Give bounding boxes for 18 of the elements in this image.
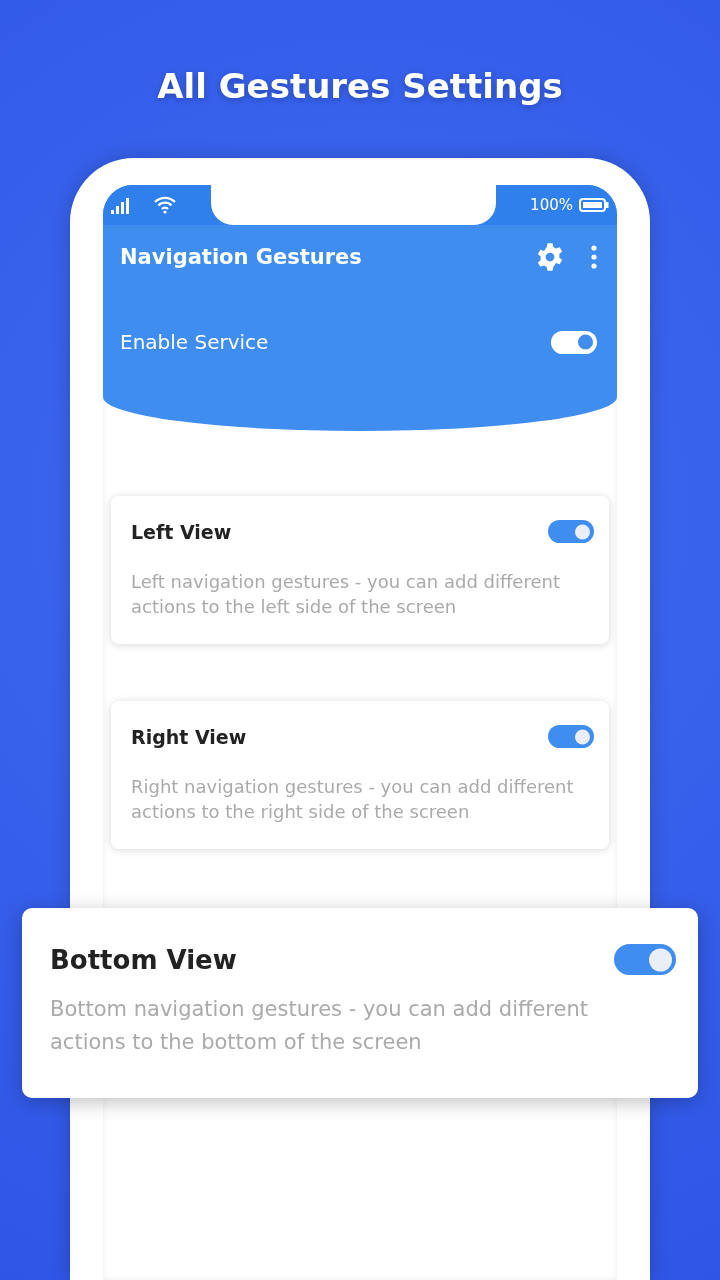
toggle-switch[interactable] (548, 520, 594, 543)
view-description: Left navigation gestures - you can add different actions to the left side of the screen (131, 570, 561, 620)
toggle-switch[interactable] (614, 944, 676, 975)
view-title: Bottom View (50, 944, 237, 975)
more-icon[interactable] (591, 245, 597, 269)
view-title: Left View (131, 520, 232, 543)
view-description: Right navigation gestures - you can add different actions to the right side of the screen (131, 775, 575, 825)
wifi-icon (153, 196, 177, 214)
toggle-switch[interactable] (548, 725, 594, 748)
page-title: All Gestures Settings (157, 66, 563, 106)
app-title: Navigation Gestures (120, 245, 363, 269)
view-title: Right View (131, 725, 247, 748)
toggle-switch[interactable] (551, 330, 597, 354)
battery-level: 100% (530, 196, 573, 214)
view-description: Bottom navigation gestures - you can add different actions to the bottom of the screen (50, 996, 589, 1056)
settings-icon[interactable] (535, 242, 565, 272)
enable-service-label: Enable Service (120, 330, 270, 354)
battery-icon (579, 197, 609, 213)
